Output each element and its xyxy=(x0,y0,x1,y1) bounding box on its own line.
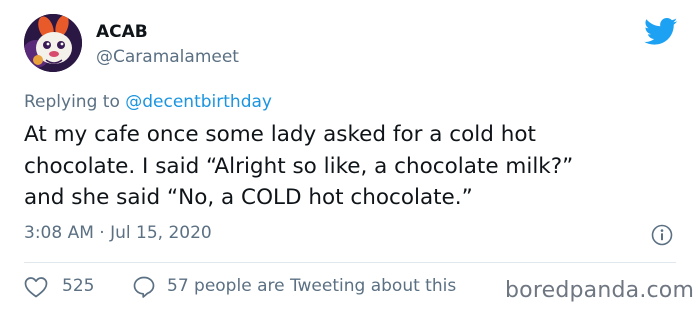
avatar[interactable] xyxy=(24,14,82,72)
divider xyxy=(24,262,676,263)
tweet-text-line: and she said “No, a COLD hot chocolate.” xyxy=(24,185,473,210)
conversation-link[interactable]: 57 people are Tweeting about this xyxy=(167,276,456,296)
tweet-text: At my cafe once some lady asked for a co… xyxy=(24,119,674,214)
display-name[interactable]: ACAB xyxy=(96,22,148,42)
speech-bubble-icon[interactable] xyxy=(132,275,156,299)
watermark: boredpanda.com xyxy=(505,278,695,303)
info-icon[interactable] xyxy=(651,224,673,246)
heart-icon[interactable] xyxy=(24,276,48,298)
replying-prefix: Replying to xyxy=(24,92,126,112)
replying-mention-link[interactable]: @decentbirthday xyxy=(125,92,272,112)
user-handle[interactable]: @Caramalameet xyxy=(96,47,239,67)
like-count[interactable]: 525 xyxy=(62,276,94,296)
twitter-bird-icon[interactable] xyxy=(644,18,678,46)
tweet-text-line: At my cafe once some lady asked for a co… xyxy=(24,122,536,147)
tweet-timestamp[interactable]: 3:08 AM · Jul 15, 2020 xyxy=(24,223,212,243)
replying-to: Replying to @decentbirthday xyxy=(24,92,272,112)
tweet-text-line: chocolate. I said “Alright so like, a ch… xyxy=(24,153,574,179)
